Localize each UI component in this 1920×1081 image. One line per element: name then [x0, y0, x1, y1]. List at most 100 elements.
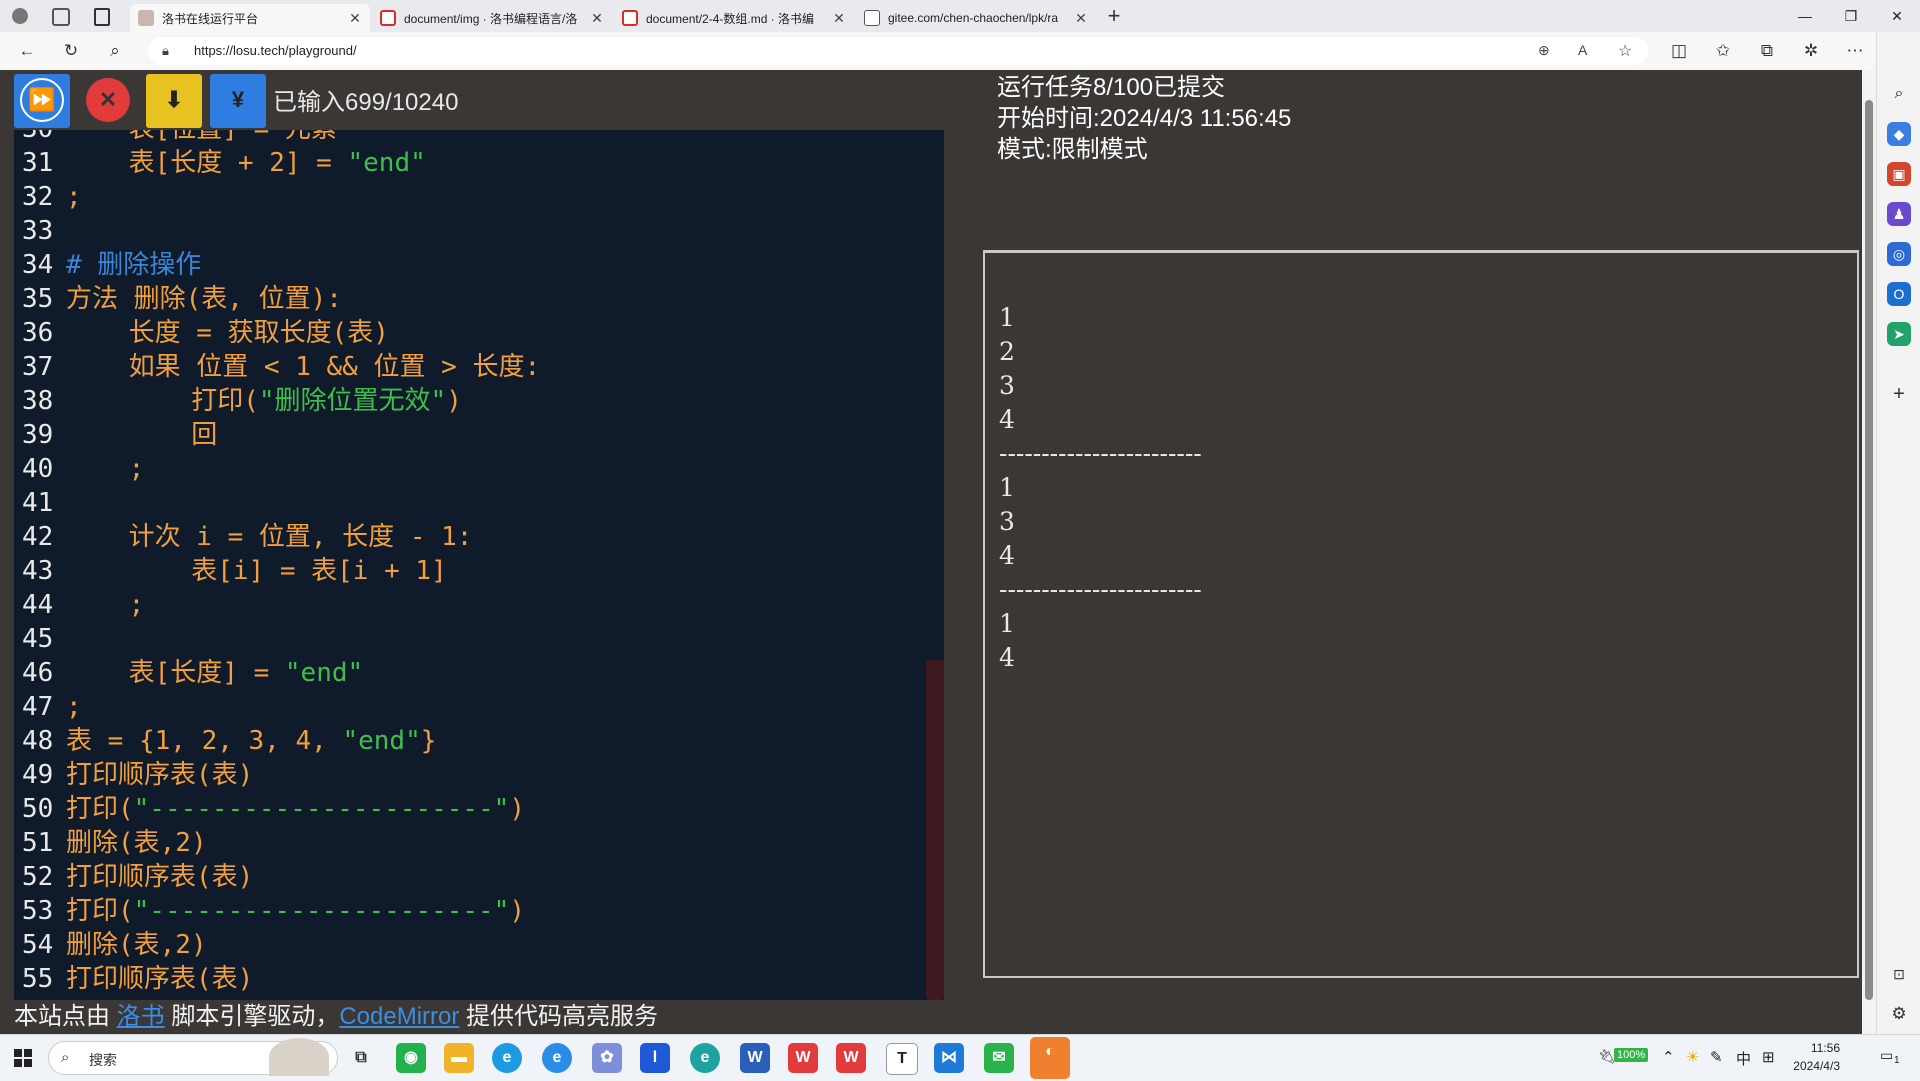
games-icon[interactable]: ♟: [1887, 202, 1911, 226]
tab-3[interactable]: gitee.com/chen-chaochen/lpk/ra ✕: [856, 4, 1096, 32]
code-line[interactable]: 45: [14, 622, 934, 656]
workspaces-icon[interactable]: [52, 8, 70, 26]
losu-link[interactable]: 洛书: [117, 1003, 165, 1030]
close-icon[interactable]: ✕: [832, 10, 846, 27]
code-line[interactable]: 35 方法 删除(表, 位置):: [14, 282, 934, 316]
office-icon[interactable]: ◎: [1887, 242, 1911, 266]
wps-icon[interactable]: W: [788, 1043, 818, 1073]
stop-button[interactable]: ✕: [80, 74, 136, 128]
restore-button[interactable]: ❐: [1828, 0, 1874, 32]
close-icon[interactable]: ✕: [590, 10, 604, 27]
weather-icon[interactable]: ☀: [1686, 1048, 1699, 1066]
code-line[interactable]: 46 表[长度] = "end": [14, 656, 934, 690]
profile-icon[interactable]: [12, 8, 28, 24]
address-bar[interactable]: 🔒︎ https://losu.tech/playground/ ⊕ A ☆: [148, 37, 1648, 65]
taskbar-search[interactable]: ⌕ 搜索: [48, 1038, 338, 1076]
code-line[interactable]: 39 回: [14, 418, 934, 452]
word-icon[interactable]: W: [740, 1043, 770, 1073]
shopping-icon[interactable]: ◆: [1887, 122, 1911, 146]
run-button[interactable]: ⏩: [14, 74, 70, 128]
code-line[interactable]: 31 表[长度 + 2] = "end": [14, 146, 934, 180]
task-view-icon[interactable]: ⧉: [346, 1043, 376, 1073]
extensions-icon[interactable]: ✲: [1794, 32, 1828, 70]
pen-icon[interactable]: ✎: [1710, 1048, 1723, 1066]
code-line[interactable]: 36 长度 = 获取长度(表): [14, 316, 934, 350]
minimize-button[interactable]: —: [1782, 0, 1828, 32]
edge-dev-icon[interactable]: e: [542, 1043, 572, 1073]
page-scrollbar-thumb[interactable]: [1865, 100, 1873, 1000]
code-line[interactable]: 49 打印顺序表(表): [14, 758, 934, 792]
new-tab-button[interactable]: +: [1100, 4, 1128, 30]
code-line[interactable]: 44 ;: [14, 588, 934, 622]
screen-capture-icon[interactable]: ⊡: [1887, 962, 1911, 986]
close-window-button[interactable]: ✕: [1874, 0, 1920, 32]
lock-icon[interactable]: 🔒︎: [162, 43, 169, 59]
battery-indicator[interactable]: 🔌︎ 100%: [1590, 1048, 1650, 1066]
notification-icon[interactable]: ▭ 1: [1880, 1047, 1902, 1067]
back-icon[interactable]: ←: [10, 32, 44, 70]
code-line[interactable]: 38 打印("删除位置无效"): [14, 384, 934, 418]
split-screen-icon[interactable]: ◫: [1662, 32, 1696, 70]
vscode-icon[interactable]: ⋈: [934, 1043, 964, 1073]
more-menu-icon[interactable]: ⋯: [1838, 32, 1872, 70]
settings-icon[interactable]: ⚙: [1887, 1002, 1911, 1026]
code-line[interactable]: 40 ;: [14, 452, 934, 486]
tab-1[interactable]: document/img · 洛书编程语言/洛 ✕: [372, 4, 612, 32]
typora-icon[interactable]: T: [886, 1043, 918, 1075]
refresh-icon[interactable]: ↻: [54, 32, 88, 70]
code-line[interactable]: 47;: [14, 690, 934, 724]
tab-2[interactable]: document/2-4-数组.md · 洛书编 ✕: [614, 4, 854, 32]
edge-active-icon[interactable]: e: [690, 1043, 720, 1073]
code-line[interactable]: 55 打印顺序表(表): [14, 962, 934, 996]
vertical-tabs-icon[interactable]: [94, 8, 110, 26]
close-icon[interactable]: ✕: [1074, 10, 1088, 27]
code-line[interactable]: 34 # 删除操作: [14, 248, 934, 282]
url-text[interactable]: https://losu.tech/playground/: [194, 43, 357, 58]
code-line[interactable]: 42 计次 i = 位置, 长度 - 1:: [14, 520, 934, 554]
read-aloud-icon[interactable]: A: [1578, 42, 1587, 58]
edge-browser-icon[interactable]: e: [492, 1043, 522, 1073]
code-line[interactable]: 54 删除(表,2): [14, 928, 934, 962]
wechat-icon[interactable]: ✉: [984, 1043, 1014, 1073]
file-explorer-icon[interactable]: ▬: [444, 1043, 474, 1073]
favorites-icon[interactable]: ✩: [1706, 32, 1740, 70]
code-line[interactable]: 37 如果 位置 < 1 && 位置 > 长度:: [14, 350, 934, 384]
search-icon[interactable]: ⌕: [98, 32, 132, 70]
wps-writer-icon[interactable]: W: [836, 1043, 866, 1073]
favorite-star-icon[interactable]: ☆: [1618, 41, 1632, 61]
code-line[interactable]: 30 表[位置] = 元素: [14, 130, 934, 146]
code-line[interactable]: 53 打印("----------------------"): [14, 894, 934, 928]
code-line[interactable]: 50 打印("----------------------"): [14, 792, 934, 826]
system-clock[interactable]: 11:56 2024/4/3: [1770, 1039, 1840, 1075]
zoom-icon[interactable]: ⊕: [1538, 42, 1550, 59]
code-line[interactable]: 48 表 = {1, 2, 3, 4, "end"}: [14, 724, 934, 758]
chevron-up-icon[interactable]: ⌃: [1662, 1048, 1675, 1066]
code-line[interactable]: 52 打印顺序表(表): [14, 860, 934, 894]
page-scrollbar[interactable]: [1862, 70, 1876, 1034]
app-cluster-icon[interactable]: ✿: [592, 1043, 622, 1073]
add-icon[interactable]: +: [1887, 382, 1911, 406]
yuan-button[interactable]: ¥: [210, 74, 266, 128]
code-line[interactable]: 33: [14, 214, 934, 248]
tab-0[interactable]: 洛书在线运行平台 ✕: [130, 4, 370, 32]
editor-scrollbar[interactable]: [926, 660, 944, 1000]
drop-icon[interactable]: ➤: [1887, 322, 1911, 346]
address-toolbar: ← ↻ ⌕ 🔒︎ https://losu.tech/playground/ ⊕…: [0, 32, 1920, 71]
windows-start-icon[interactable]: [8, 1043, 38, 1073]
code-line[interactable]: 43 表[i] = 表[i + 1]: [14, 554, 934, 588]
lark-icon[interactable]: l: [640, 1043, 670, 1073]
search-icon[interactable]: ⌕: [1887, 82, 1911, 106]
code-line[interactable]: 32;: [14, 180, 934, 214]
code-editor[interactable]: 30 表[位置] = 元素31 表[长度 + 2] = "end"32;3334…: [14, 130, 944, 1000]
code-line[interactable]: 51 删除(表,2): [14, 826, 934, 860]
codemirror-link[interactable]: CodeMirror: [339, 1003, 459, 1030]
tools-icon[interactable]: ▣: [1887, 162, 1911, 186]
app-active-icon[interactable]: ◐: [1030, 1037, 1070, 1079]
download-button[interactable]: ⬇: [146, 74, 202, 128]
collections-icon[interactable]: ⧉: [1750, 32, 1784, 70]
close-icon[interactable]: ✕: [348, 10, 362, 27]
code-line[interactable]: 41: [14, 486, 934, 520]
ime-indicator[interactable]: 中: [1736, 1048, 1751, 1069]
wechat-work-icon[interactable]: ◉: [396, 1043, 426, 1073]
outlook-icon[interactable]: O: [1887, 282, 1911, 306]
